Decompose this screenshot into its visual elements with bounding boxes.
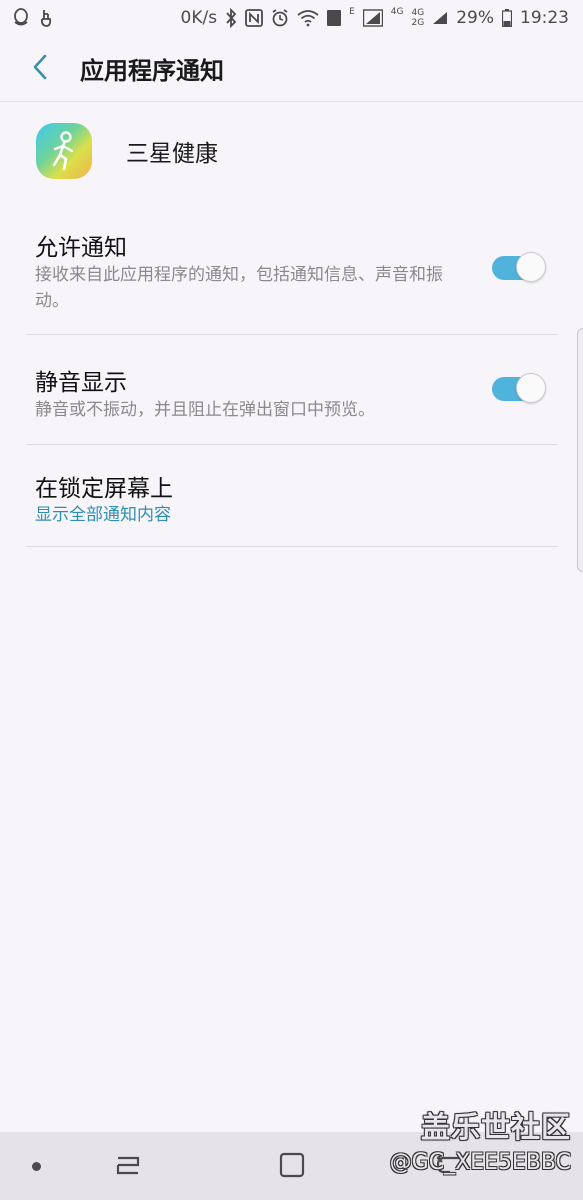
signal-bars-icon [432,7,448,29]
qq-icon [12,7,30,29]
allow-notifications-toggle[interactable] [492,252,546,284]
status-left [12,7,54,29]
watermark-handle: @GC_XEE5EBBC [389,1150,571,1175]
hand-icon [38,7,54,29]
signal-label-stack: 4G 2G [411,7,425,28]
signal-label-2a: 4G [411,7,425,18]
recent-apps-icon [114,1156,142,1182]
allow-notifications-item[interactable]: 允许通知 接收来自此应用程序的通知，包括通知信息、声音和振动。 [26,200,558,335]
lock-screen-value: 显示全部通知内容 [35,505,171,525]
alarm-icon [271,7,289,29]
battery-icon [502,7,512,29]
nfc-icon [245,7,264,29]
recent-apps-button[interactable] [114,1152,142,1182]
signal-icon [362,7,383,29]
sim-icon [327,7,342,29]
toggle-knob [516,373,546,403]
battery-percent: 29% [456,8,494,28]
nav-dot-icon[interactable] [32,1162,41,1171]
app-name: 三星健康 [126,141,218,167]
app-header: 应用程序通知 [0,36,583,102]
home-button[interactable] [279,1152,305,1182]
watermark-logo: 盖乐世社区 [420,1110,571,1144]
bluetooth-icon [225,7,237,29]
edge-panel-handle[interactable] [577,328,583,572]
status-bar: 0K/s E 4G 4G 2G 29% 19:23 [0,0,583,36]
signal-label-1: 4G [390,6,404,17]
allow-notifications-description: 接收来自此应用程序的通知，包括通知信息、声音和振动。 [35,265,443,311]
allow-notifications-title: 允许通知 [35,235,127,261]
silent-display-title: 静音显示 [35,370,127,396]
network-speed: 0K/s [180,8,218,28]
chevron-left-icon [31,54,49,84]
silent-display-item[interactable]: 静音显示 静音或不振动，并且阻止在弹出窗口中预览。 [26,335,558,445]
signal-label-2b: 2G [411,17,425,28]
clock: 19:23 [520,8,569,28]
wifi-icon [297,7,319,29]
status-right: 0K/s E 4G 4G 2G 29% 19:23 [181,7,569,29]
silent-display-description: 静音或不振动，并且阻止在弹出窗口中预览。 [35,400,375,420]
app-info-row: 三星健康 [0,102,583,200]
page-title: 应用程序通知 [80,57,224,85]
silent-display-toggle[interactable] [492,373,546,405]
lock-screen-item[interactable]: 在锁定屏幕上 显示全部通知内容 [26,445,558,547]
settings-list: 允许通知 接收来自此应用程序的通知，包括通知信息、声音和振动。 静音显示 静音或… [26,200,558,547]
toggle-knob [516,252,546,282]
data-type-label: E [349,6,355,17]
back-button[interactable] [10,39,70,99]
home-icon [279,1152,305,1182]
samsung-health-icon [36,123,92,179]
lock-screen-title: 在锁定屏幕上 [35,476,173,502]
